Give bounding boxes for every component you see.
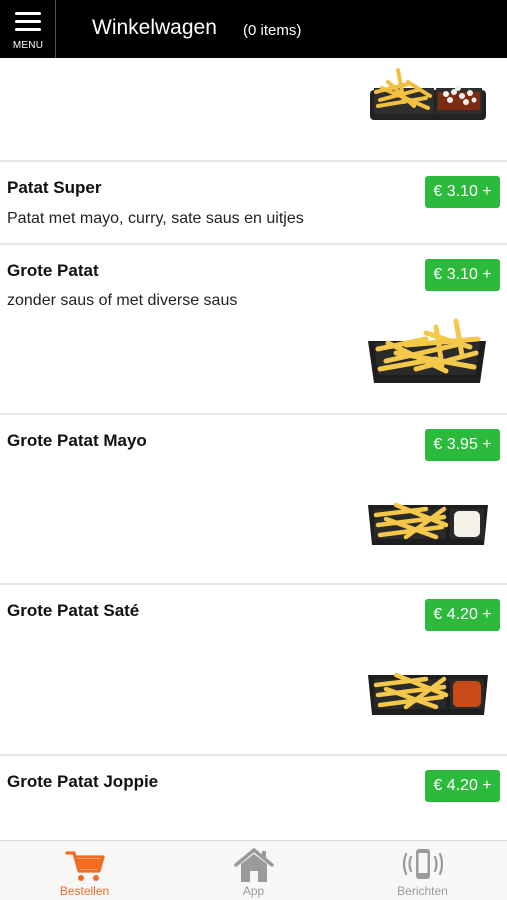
tab-bestellen[interactable]: Bestellen [0,841,169,900]
product-description: Patat met mayo, curry, sate saus en uitj… [7,210,304,227]
tab-label: Bestellen [59,884,110,898]
product-name: Grote Patat Joppie [7,772,159,791]
tab-app[interactable]: App [169,841,338,900]
cart-icon [64,851,105,881]
add-to-cart-button[interactable]: € 3.95 + [425,429,500,461]
tab-bar: Bestellen App Berichten [0,840,507,900]
list-item[interactable]: Grote Patat Saté € 4.20 + [0,585,507,756]
top-bar: MENU Winkelwagen (0 items) [0,0,507,58]
fries-sate-image [368,672,488,715]
product-list: Patat Super Patat met mayo, curry, sate … [0,58,507,840]
phone-vibrate-icon [402,849,443,879]
list-item[interactable]: Grote Patat Mayo € 3.95 + [0,415,507,585]
fries-image [368,318,486,383]
product-description: zonder saus of met diverse saus [7,292,238,309]
product-name: Grote Patat Mayo [7,431,147,450]
list-item[interactable]: Grote Patat zonder saus of met diverse s… [0,245,507,415]
product-name: Grote Patat [7,261,99,280]
menu-label: MENU [12,40,44,51]
fries-mayo-image [368,502,488,545]
add-to-cart-button[interactable]: € 3.10 + [425,259,500,291]
product-name: Patat Super [7,178,102,197]
add-to-cart-button[interactable]: € 3.10 + [425,176,500,208]
tab-label: App [242,884,265,898]
list-item[interactable] [0,58,507,162]
tab-berichten[interactable]: Berichten [338,841,507,900]
cart-item-count: (0 items) [243,22,302,39]
list-item[interactable]: Patat Super Patat met mayo, curry, sate … [0,162,507,245]
add-to-cart-button[interactable]: € 4.20 + [425,599,500,631]
tab-label: Berichten [397,884,448,898]
page-title: Winkelwagen [92,16,217,39]
menu-button[interactable]: MENU [0,0,56,58]
list-item[interactable]: Grote Patat Joppie € 4.20 + [0,756,507,840]
fries-curry-onion-image [370,68,486,120]
product-name: Grote Patat Saté [7,601,140,620]
home-icon [233,848,274,882]
hamburger-icon [15,12,41,32]
add-to-cart-button[interactable]: € 4.20 + [425,770,500,802]
